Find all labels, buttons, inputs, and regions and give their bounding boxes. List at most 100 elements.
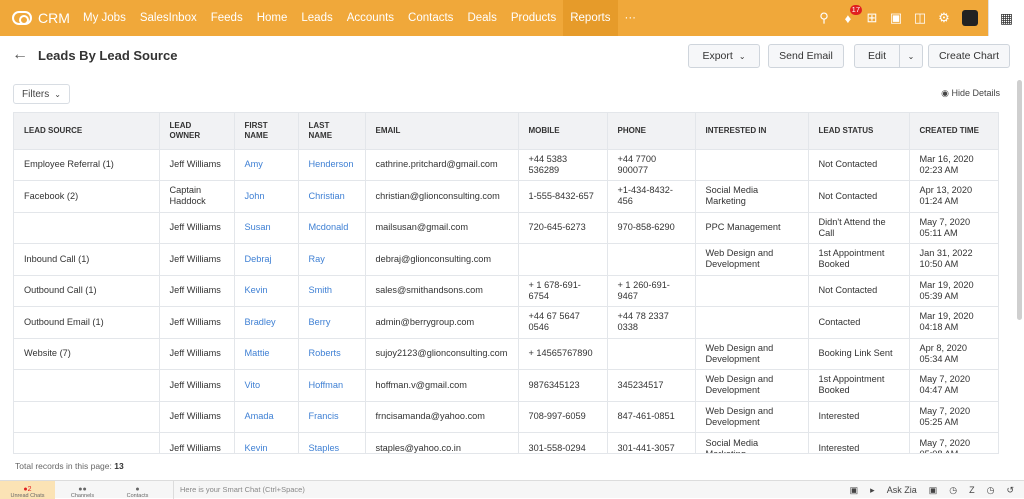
table-cell: Outbound Call (1) [14,274,160,307]
send-email-button[interactable]: Send Email [768,44,844,68]
table-cell: +44 5383 536289 [518,148,608,181]
column-header[interactable]: FIRST NAME [234,113,299,149]
lead-name-link[interactable]: Bradley [234,306,299,338]
lead-name-link[interactable]: Henderson [298,148,366,181]
column-header[interactable]: INTERESTED IN [695,113,809,149]
lead-name-link[interactable]: Susan [234,211,299,244]
lead-name-link[interactable]: Kevin [234,274,299,307]
lead-name-link[interactable]: Vito [234,369,299,401]
chat-icon: ●2 [23,485,32,493]
table-cell: Jeff Williams [159,432,235,453]
table-cell: 1-555-8432-657 [518,180,608,212]
history-icon[interactable]: ↺ [1006,485,1014,496]
nav-item[interactable]: Accounts [340,0,401,36]
table-row[interactable]: Jeff Williams Vito Hoffman hoffman.v@gmail.… [14,369,998,401]
table-cell: May 7, 2020 05:08 AM [909,432,998,453]
table-cell: +44 67 5647 0546 [518,306,608,338]
smart-chat-input[interactable]: Here is your Smart Chat (Ctrl+Space) [173,480,733,499]
nav-item[interactable]: My Jobs [76,0,133,36]
column-header[interactable]: MOBILE [518,113,608,149]
zia-icon[interactable]: Z [969,485,975,495]
table-cell: Interested [808,400,910,433]
table-row[interactable]: Jeff Williams Kevin Staples staples@yahoo.c… [14,432,998,453]
vertical-scrollbar[interactable] [1017,80,1022,320]
table-cell: debraj@glionconsulting.com [365,243,519,275]
table-row[interactable]: Facebook (2) Captain Haddock John Christian… [14,180,998,212]
bell-icon[interactable]: ♦ 17 [836,4,862,26]
signals-icon[interactable]: ▣ [929,485,938,496]
column-header[interactable]: LAST NAME [298,113,366,149]
edit-label: Edit [867,50,887,62]
lead-name-link[interactable]: Berry [298,306,366,338]
back-arrow-icon[interactable]: ← [12,46,28,64]
column-header[interactable]: EMAIL [365,113,519,149]
lead-name-link[interactable]: John [234,180,299,212]
chevron-down-icon: ⌄ [738,51,746,61]
nav-item[interactable]: Feeds [204,0,250,36]
crm-logo-icon [12,11,32,25]
export-button[interactable]: Export ⌄ [688,44,760,68]
timer-icon[interactable]: ◷ [949,485,957,496]
nav-item[interactable]: Contacts [401,0,460,36]
column-header[interactable]: LEAD STATUS [808,113,910,149]
lead-name-link[interactable]: Hoffman [298,369,366,401]
edit-dropdown-button[interactable]: ⌄ [899,44,923,68]
lead-name-link[interactable]: Mcdonald [298,211,366,244]
table-cell [695,274,809,307]
ask-zia-button[interactable]: Ask Zia [887,485,917,495]
lead-name-link[interactable]: Roberts [298,337,366,370]
nav-item[interactable]: ··· [618,0,644,36]
hide-details-toggle[interactable]: ◉ Hide Details [941,88,1000,99]
nav-utilities: ⚲ ♦ 17 ⊞ ▣ ◫ ⚙ ▦ [812,0,1024,36]
lead-name-link[interactable]: Amada [234,400,299,433]
lead-name-link[interactable]: Francis [298,400,366,433]
table-row[interactable]: Outbound Email (1) Jeff Williams Bradley Be… [14,306,998,338]
lead-name-link[interactable]: Smith [298,274,366,307]
nav-item[interactable]: Products [504,0,563,36]
lead-name-link[interactable]: Kevin [234,432,299,453]
calendar-icon[interactable]: ▣ [884,10,908,26]
nav-item[interactable]: Leads [294,0,339,36]
nav-item[interactable]: SalesInbox [133,0,204,36]
search-icon[interactable]: ⚲ [812,10,836,26]
avatar[interactable] [962,10,978,26]
lead-name-link[interactable]: Mattie [234,337,299,370]
table-cell [14,211,160,244]
crm-logo[interactable]: CRM [0,10,76,26]
channels-button[interactable]: ●● Channels [55,481,110,499]
table-cell: Jeff Williams [159,400,235,433]
create-chart-button[interactable]: Create Chart [928,44,1010,68]
lead-name-link[interactable]: Debraj [234,243,299,275]
table-row[interactable]: Website (7) Jeff Williams Mattie Roberts suj… [14,337,998,370]
column-header[interactable]: LEAD SOURCE [14,113,160,149]
table-row[interactable]: Jeff Williams Amada Francis frncisamanda@ya… [14,400,998,433]
column-header[interactable]: CREATED TIME [909,113,998,149]
lead-name-link[interactable]: Ray [298,243,366,275]
table-row[interactable]: Employee Referral (1) Jeff Williams Amy Hen… [14,148,998,181]
announcement-icon[interactable]: ▸ [870,485,875,496]
marketplace-icon[interactable]: ◫ [908,10,932,26]
contacts-button[interactable]: ● Contacts [110,481,165,499]
column-header[interactable]: LEAD OWNER [159,113,235,149]
app-grid-icon[interactable]: ▦ [988,0,1024,36]
table-row[interactable]: Jeff Williams Susan Mcdonald mailsusan@gmai… [14,211,998,244]
column-header[interactable]: PHONE [607,113,696,149]
nav-item[interactable]: Deals [460,0,503,36]
table-row[interactable]: Outbound Call (1) Jeff Williams Kevin Smith… [14,274,998,307]
nav-item[interactable]: Reports [563,0,618,36]
table-cell: Not Contacted [808,274,910,307]
table-cell: christian@glionconsulting.com [365,180,519,212]
edit-button[interactable]: Edit [854,44,900,68]
settings-icon[interactable]: ⚙ [932,10,956,26]
table-row[interactable]: Inbound Call (1) Jeff Williams Debraj Ray de… [14,243,998,275]
alarm-icon[interactable]: ◷ [987,485,995,496]
filters-dropdown[interactable]: Filters ⌄ [13,84,70,104]
unread-chats-button[interactable]: ●2 Unread Chats [0,480,55,499]
nav-item[interactable]: Home [250,0,295,36]
lead-name-link[interactable]: Amy [234,148,299,181]
lead-name-link[interactable]: Staples [298,432,366,453]
table-cell: Inbound Call (1) [14,243,160,275]
lead-name-link[interactable]: Christian [298,180,366,212]
screen-share-icon[interactable]: ▣ [850,485,859,496]
add-icon[interactable]: ⊞ [860,10,884,26]
